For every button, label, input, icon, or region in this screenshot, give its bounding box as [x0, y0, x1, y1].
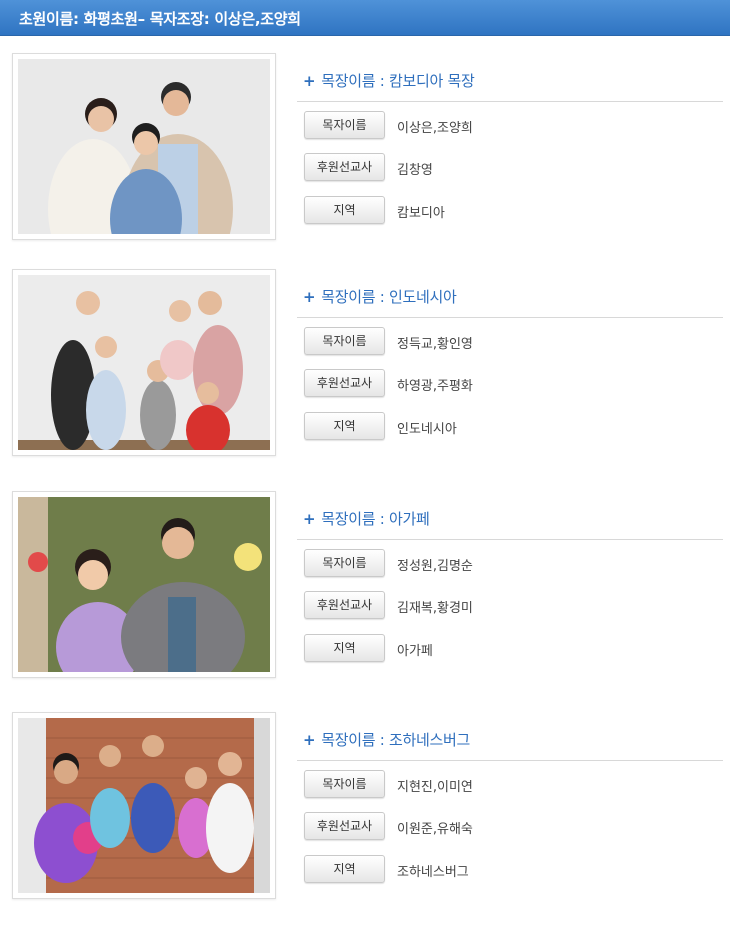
family-photo-frame: [12, 712, 276, 899]
family-photo: [18, 718, 270, 893]
family-photo: [18, 59, 270, 234]
shepherd-value: 지현진,이미연: [397, 780, 473, 795]
plus-icon: +: [303, 510, 316, 528]
family-photo-frame: [12, 53, 276, 240]
mokjang-title-text: 목장이름 : 인도네시아: [321, 288, 457, 306]
shepherd-button[interactable]: 목자이름: [304, 770, 385, 798]
page-title: 초원이름: 화평초원– 목자조장: 이상은,조양희: [19, 10, 301, 28]
shepherd-button[interactable]: 목자이름: [304, 549, 385, 577]
mokjang-card: + 목장이름 : 조하네스버그 목자이름 지현진,이미연 후원선교사 이원준,유해…: [0, 712, 730, 902]
shepherd-button[interactable]: 목자이름: [304, 327, 385, 355]
mokjang-title-text: 목장이름 : 캄보디아 목장: [321, 72, 475, 90]
region-value: 아가페: [397, 644, 433, 659]
region-value: 인도네시아: [397, 422, 457, 437]
family-photo-frame: [12, 269, 276, 456]
mokjang-card: + 목장이름 : 인도네시아 목자이름 정득교,황인영 후원선교사 하영광,주평화…: [0, 269, 730, 459]
page-header: 초원이름: 화평초원– 목자조장: 이상은,조양희: [0, 0, 730, 36]
region-value: 조하네스버그: [397, 865, 469, 880]
mokjang-card: + 목장이름 : 아가페 목자이름 정성원,김명순 후원선교사 김재복,황경미 지…: [0, 491, 730, 681]
shepherd-value: 정성원,김명순: [397, 559, 473, 574]
region-value: 캄보디아: [397, 206, 445, 221]
sponsor-button[interactable]: 후원선교사: [304, 153, 385, 181]
family-photo: [18, 497, 270, 672]
sponsor-value: 김재복,황경미: [397, 601, 473, 616]
divider: [297, 317, 723, 318]
plus-icon: +: [303, 288, 316, 306]
sponsor-button[interactable]: 후원선교사: [304, 812, 385, 840]
mokjang-card: + 목장이름 : 캄보디아 목장 목자이름 이상은,조양희 후원선교사 김창영 지…: [0, 53, 730, 243]
mokjang-title-text: 목장이름 : 아가페: [321, 510, 430, 528]
plus-icon: +: [303, 72, 316, 90]
mokjang-title: + 목장이름 : 인도네시아: [303, 286, 457, 307]
sponsor-value: 하영광,주평화: [397, 379, 473, 394]
shepherd-button[interactable]: 목자이름: [304, 111, 385, 139]
divider: [297, 539, 723, 540]
sponsor-value: 김창영: [397, 163, 433, 178]
family-photo-frame: [12, 491, 276, 678]
shepherd-value: 이상은,조양희: [397, 121, 473, 136]
mokjang-title: + 목장이름 : 조하네스버그: [303, 729, 470, 750]
family-photo: [18, 275, 270, 450]
plus-icon: +: [303, 731, 316, 749]
region-button[interactable]: 지역: [304, 855, 385, 883]
mokjang-title-text: 목장이름 : 조하네스버그: [321, 731, 470, 749]
mokjang-title: + 목장이름 : 캄보디아 목장: [303, 70, 475, 91]
region-button[interactable]: 지역: [304, 634, 385, 662]
region-button[interactable]: 지역: [304, 196, 385, 224]
region-button[interactable]: 지역: [304, 412, 385, 440]
mokjang-title: + 목장이름 : 아가페: [303, 508, 430, 529]
shepherd-value: 정득교,황인영: [397, 337, 473, 352]
sponsor-button[interactable]: 후원선교사: [304, 591, 385, 619]
divider: [297, 760, 723, 761]
divider: [297, 101, 723, 102]
sponsor-value: 이원준,유해숙: [397, 822, 473, 837]
sponsor-button[interactable]: 후원선교사: [304, 369, 385, 397]
